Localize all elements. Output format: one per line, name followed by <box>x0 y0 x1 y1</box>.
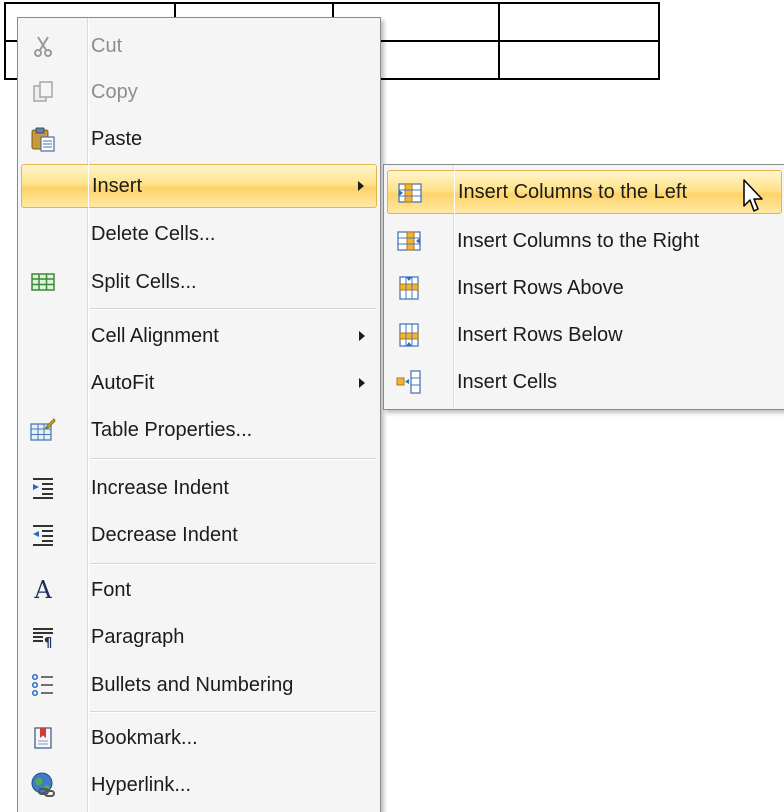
menu-item-label: Insert Rows Above <box>457 276 624 299</box>
table-cell[interactable] <box>498 40 660 80</box>
insert-columns-right-icon <box>395 227 423 255</box>
copy-icon <box>29 78 57 106</box>
submenu-arrow-icon <box>358 181 364 191</box>
menu-item-label: Cell Alignment <box>91 324 219 347</box>
menu-separator <box>90 563 376 565</box>
paragraph-icon: ¶ <box>29 623 57 651</box>
menu-item-label: Font <box>91 578 132 601</box>
menu-item-label: AutoFit <box>91 371 155 394</box>
menu-item-label: Paragraph <box>91 625 185 648</box>
submenu-arrow-icon <box>359 331 365 341</box>
bullets-numbering-icon <box>29 671 57 699</box>
submenu-item-insert-cells[interactable]: Insert Cells <box>387 360 782 404</box>
menu-item-decrease-indent[interactable]: Decrease Indent <box>21 513 377 557</box>
menu-item-label: Bullets and Numbering <box>91 673 294 696</box>
menu-item-label: Delete Cells... <box>91 222 216 245</box>
insert-rows-below-icon <box>395 321 423 349</box>
menu-item-label: Paste <box>91 127 143 150</box>
table-cell[interactable] <box>498 2 660 42</box>
menu-separator <box>90 458 376 460</box>
menu-item-label: Decrease Indent <box>91 523 238 546</box>
menu-separator <box>90 308 376 310</box>
menu-item-label: Split Cells... <box>91 270 197 293</box>
menu-item-split-cells[interactable]: Split Cells... <box>21 260 377 304</box>
menu-item-label: Insert Rows Below <box>457 323 623 346</box>
mouse-pointer-icon <box>743 179 763 212</box>
menu-item-label: Insert Columns to the Left <box>458 180 688 203</box>
menu-item-label: Copy <box>91 80 138 103</box>
submenu-item-insert-rows-below[interactable]: Insert Rows Below <box>387 313 782 357</box>
insert-submenu: Insert Columns to the Left Insert Column… <box>383 164 784 410</box>
svg-text:¶: ¶ <box>44 636 52 648</box>
increase-indent-icon <box>29 474 57 502</box>
submenu-arrow-icon <box>359 378 365 388</box>
font-icon: A <box>34 576 52 604</box>
menu-item-label: Hyperlink... <box>91 773 192 796</box>
menu-item-label: Insert Columns to the Right <box>457 229 700 252</box>
menu-item-label: Cut <box>91 34 123 57</box>
menu-item-bookmark[interactable]: Bookmark... <box>21 716 377 760</box>
menu-item-label: Increase Indent <box>91 476 229 499</box>
menu-item-paragraph[interactable]: ¶ Paragraph <box>21 615 377 659</box>
context-menu: Cut Copy Paste Insert Delete Cells... Sp… <box>17 17 381 812</box>
document-canvas: Cut Copy Paste Insert Delete Cells... Sp… <box>0 0 784 812</box>
menu-item-autofit[interactable]: AutoFit <box>21 361 377 405</box>
menu-item-increase-indent[interactable]: Increase Indent <box>21 466 377 510</box>
table-properties-icon <box>29 416 57 444</box>
menu-item-font[interactable]: A Font <box>21 568 377 612</box>
menu-item-paste[interactable]: Paste <box>21 117 377 161</box>
menu-item-label: Insert Cells <box>457 370 558 393</box>
split-cells-icon <box>29 268 57 296</box>
menu-item-table-properties[interactable]: Table Properties... <box>21 408 377 452</box>
menu-separator <box>90 711 376 713</box>
submenu-item-insert-columns-right[interactable]: Insert Columns to the Right <box>387 219 782 263</box>
decrease-indent-icon <box>29 521 57 549</box>
scissors-icon <box>29 32 57 60</box>
menu-item-cut[interactable]: Cut <box>21 24 377 68</box>
menu-item-delete-cells[interactable]: Delete Cells... <box>21 212 377 256</box>
menu-item-bullets-numbering[interactable]: Bullets and Numbering <box>21 663 377 707</box>
insert-rows-above-icon <box>395 274 423 302</box>
submenu-item-insert-columns-left[interactable]: Insert Columns to the Left <box>387 170 782 214</box>
insert-columns-left-icon <box>396 179 424 207</box>
menu-item-label: Bookmark... <box>91 726 198 749</box>
menu-item-label: Table Properties... <box>91 418 253 441</box>
submenu-item-insert-rows-above[interactable]: Insert Rows Above <box>387 266 782 310</box>
menu-item-label: Insert <box>92 174 143 197</box>
paste-icon <box>29 125 57 153</box>
insert-cells-icon <box>395 368 423 396</box>
menu-item-copy[interactable]: Copy <box>21 70 377 114</box>
bookmark-icon <box>29 724 57 752</box>
menu-item-insert[interactable]: Insert <box>21 164 377 208</box>
hyperlink-icon <box>29 771 57 799</box>
menu-item-cell-alignment[interactable]: Cell Alignment <box>21 314 377 358</box>
menu-item-hyperlink[interactable]: Hyperlink... <box>21 763 377 807</box>
